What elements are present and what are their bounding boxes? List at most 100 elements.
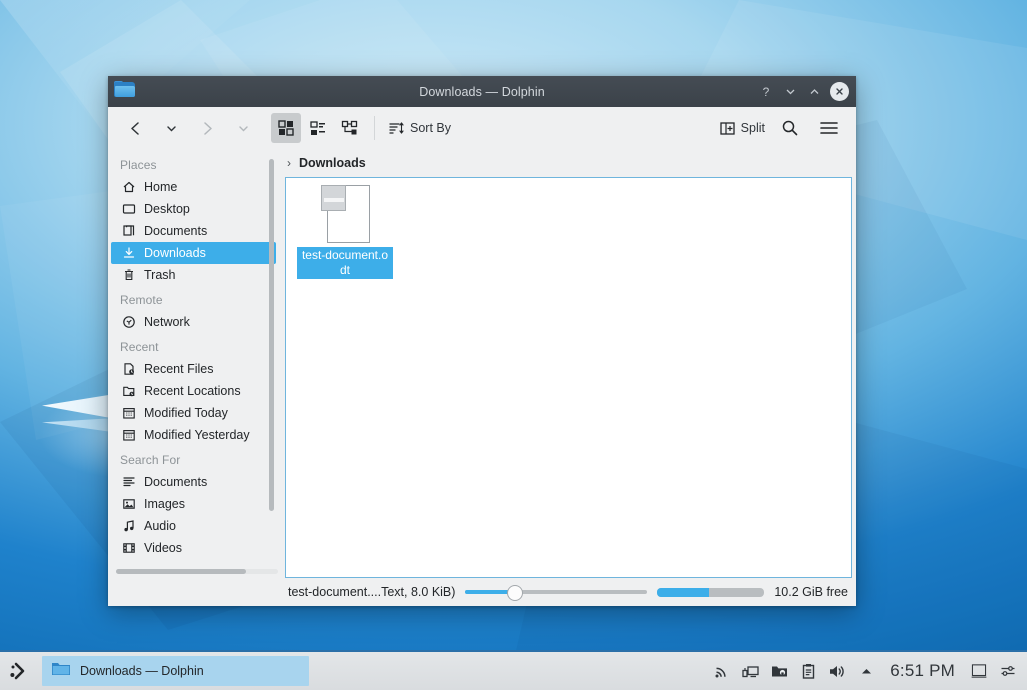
settings-sliders-icon[interactable]	[999, 662, 1017, 680]
folder-icon	[114, 80, 136, 103]
sidebar-item-modified-yesterday[interactable]: Modified Yesterday	[111, 424, 276, 446]
icons-view-button[interactable]	[271, 113, 301, 143]
file-item[interactable]: test-document.odt	[297, 183, 393, 279]
sidebar-item-home[interactable]: Home	[111, 176, 276, 198]
sidebar-item-label: Recent Files	[144, 362, 214, 376]
back-history-dropdown[interactable]	[153, 114, 189, 142]
film-icon	[121, 541, 136, 556]
zoom-slider[interactable]	[465, 584, 647, 601]
network-icon	[121, 315, 136, 330]
forward-history-dropdown[interactable]	[225, 114, 261, 142]
image-icon	[121, 497, 136, 512]
search-icon[interactable]	[772, 114, 808, 142]
sidebar-item-label: Videos	[144, 541, 182, 555]
sidebar-item-label: Downloads	[144, 246, 206, 260]
show-hidden-icon[interactable]	[857, 662, 875, 680]
task-list: Downloads — Dolphin	[40, 652, 309, 690]
places-vertical-scrollbar[interactable]	[269, 159, 274, 511]
breadcrumb[interactable]: › Downloads	[279, 149, 852, 177]
details-view-button[interactable]	[335, 113, 365, 143]
application-launcher-icon[interactable]	[0, 652, 40, 690]
search-for-section-title: Search For	[120, 453, 181, 467]
window-body: Places Home Desktop Documents Downloads …	[108, 149, 856, 578]
vault-icon[interactable]	[770, 662, 788, 680]
window-titlebar[interactable]: Downloads — Dolphin ?	[108, 76, 856, 107]
file-view-container: › Downloads test-document.odt	[279, 149, 856, 578]
clock[interactable]: 6:51 PM	[886, 661, 959, 681]
sidebar-item-label: Desktop	[144, 202, 190, 216]
split-button[interactable]: Split	[715, 114, 769, 142]
sidebar-item-desktop[interactable]: Desktop	[111, 198, 276, 220]
calendar-icon	[121, 428, 136, 443]
home-icon	[121, 180, 136, 195]
sidebar-item-label: Modified Yesterday	[144, 428, 250, 442]
sidebar-item-label: Home	[144, 180, 178, 194]
disk-space-bar	[656, 587, 765, 597]
breadcrumb-path[interactable]: Downloads	[299, 156, 366, 170]
zoom-slider-handle[interactable]	[507, 585, 524, 601]
sidebar-item-search-images[interactable]: Images	[111, 493, 276, 515]
window-title: Downloads — Dolphin	[419, 84, 545, 99]
show-desktop-icon[interactable]	[970, 662, 988, 680]
sidebar-item-label: Documents	[144, 224, 208, 238]
split-label: Split	[740, 121, 765, 135]
back-button[interactable]	[117, 114, 153, 142]
window-controls: ?	[755, 81, 856, 103]
file-name-label: test-document.odt	[297, 247, 393, 279]
forward-button[interactable]	[189, 114, 225, 142]
minimize-button[interactable]	[779, 81, 801, 103]
hamburger-menu-icon[interactable]	[811, 114, 847, 142]
desktop-icon	[121, 202, 136, 217]
breadcrumb-separator-icon: ›	[287, 156, 291, 170]
help-button[interactable]: ?	[755, 81, 777, 103]
sidebar-item-recent-files[interactable]: Recent Files	[111, 358, 276, 380]
sort-by-button[interactable]: Sort By	[384, 114, 455, 142]
sidebar-item-network[interactable]: Network	[111, 311, 276, 333]
trash-icon	[121, 268, 136, 283]
toolbar-right-group: Split	[715, 114, 847, 142]
task-entry-dolphin[interactable]: Downloads — Dolphin	[42, 656, 309, 686]
sidebar-item-label: Modified Today	[144, 406, 228, 420]
sidebar-item-label: Audio	[144, 519, 176, 533]
sidebar-item-documents[interactable]: Documents	[111, 220, 276, 242]
remote-section-title: Remote	[120, 293, 163, 307]
odt-document-icon	[321, 183, 370, 243]
dolphin-window: Downloads — Dolphin ? Sort By Split Plac…	[108, 76, 856, 606]
sidebar-item-label: Documents	[144, 475, 208, 489]
status-bar: test-document....Text, 8.0 KiB) 10.2 GiB…	[108, 578, 856, 606]
recent-section-title: Recent	[120, 340, 159, 354]
volume-icon[interactable]	[828, 662, 846, 680]
task-entry-label: Downloads — Dolphin	[80, 664, 204, 678]
calendar-icon	[121, 406, 136, 421]
sidebar-item-trash[interactable]: Trash	[111, 264, 276, 286]
clipboard-icon[interactable]	[799, 662, 817, 680]
recent-files-icon	[121, 362, 136, 377]
network-signal-icon[interactable]	[712, 662, 730, 680]
network-device-icon[interactable]	[741, 662, 759, 680]
sidebar-item-search-videos[interactable]: Videos	[111, 537, 276, 559]
sidebar-item-modified-today[interactable]: Modified Today	[111, 402, 276, 424]
sort-by-label: Sort By	[410, 121, 451, 135]
taskbar: Downloads — Dolphin 6:51 PM	[0, 650, 1027, 690]
recent-locations-icon	[121, 384, 136, 399]
sidebar-item-search-documents[interactable]: Documents	[111, 471, 276, 493]
places-panel: Places Home Desktop Documents Downloads …	[108, 149, 279, 578]
file-list-area[interactable]: test-document.odt	[285, 177, 852, 578]
text-lines-icon	[121, 475, 136, 490]
documents-icon	[121, 224, 136, 239]
status-selection-text: test-document....Text, 8.0 KiB)	[288, 585, 456, 599]
maximize-button[interactable]	[803, 81, 825, 103]
sidebar-item-downloads[interactable]: Downloads	[111, 242, 276, 264]
close-button[interactable]	[830, 82, 849, 101]
view-mode-group	[271, 113, 365, 143]
folder-icon	[51, 660, 71, 682]
places-section-title: Places	[120, 158, 157, 172]
sidebar-item-label: Images	[144, 497, 185, 511]
sidebar-item-label: Network	[144, 315, 190, 329]
sidebar-item-search-audio[interactable]: Audio	[111, 515, 276, 537]
main-toolbar: Sort By Split	[108, 107, 856, 149]
sidebar-item-recent-locations[interactable]: Recent Locations	[111, 380, 276, 402]
places-horizontal-scrollbar[interactable]	[116, 569, 278, 574]
compact-view-button[interactable]	[303, 113, 333, 143]
downloads-icon	[121, 246, 136, 261]
